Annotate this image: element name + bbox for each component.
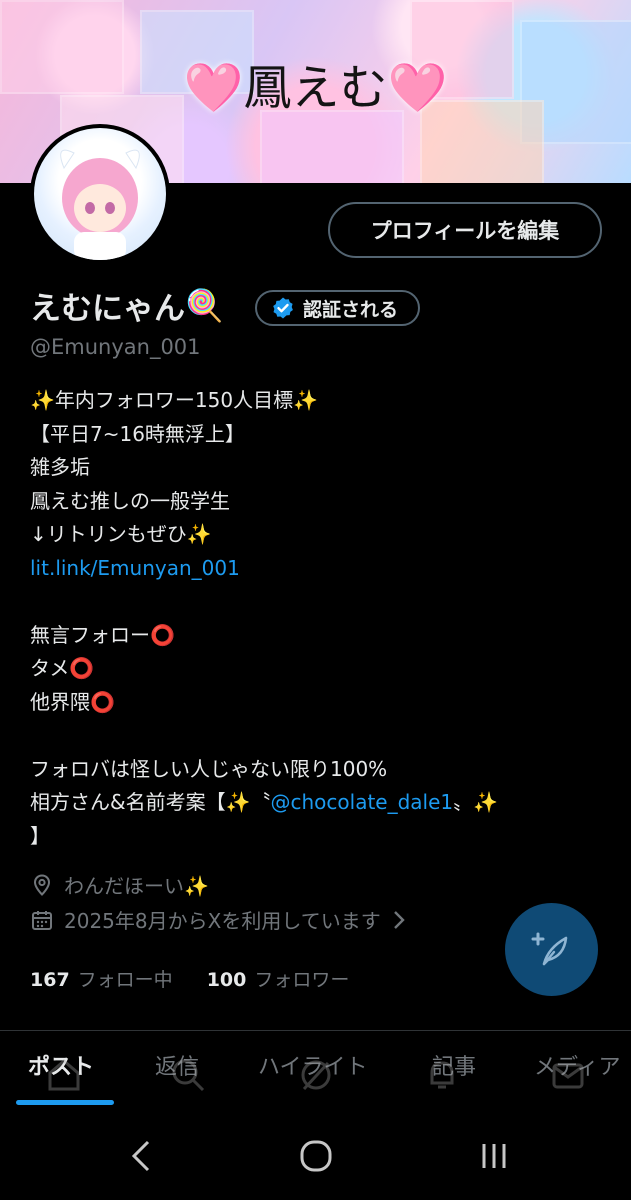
edit-profile-button[interactable]: プロフィールを編集 [328, 202, 602, 258]
system-navigation-bar [0, 1110, 631, 1200]
notifications-icon [430, 1061, 454, 1089]
messages-icon [552, 1063, 584, 1089]
compose-feather-icon [531, 932, 567, 965]
mention-link[interactable]: @chocolate_dale1 [271, 790, 454, 814]
grok-icon [301, 1060, 331, 1091]
user-handle: @Emunyan_001 [30, 335, 201, 359]
following-count[interactable]: 167 フォロー中 [30, 965, 173, 992]
followers-count[interactable]: 100 フォロワー [207, 965, 350, 992]
home-button-icon[interactable] [298, 1138, 334, 1174]
display-name: えむにゃん 🍭 [30, 288, 224, 327]
heart-icon: 🩷 [387, 60, 448, 116]
heart-icon: 🩷 [183, 60, 244, 116]
banner-title: 🩷鳳えむ🩷 [183, 60, 448, 116]
back-icon[interactable] [128, 1138, 154, 1174]
search-icon [172, 1059, 205, 1092]
follow-counts: 167 フォロー中 100 フォロワー [30, 965, 349, 992]
verified-badge-icon [273, 297, 293, 319]
profile-join-date[interactable]: 2025年8月からXを利用しています [30, 905, 407, 934]
location-pin-icon [33, 873, 51, 896]
home-icon [48, 1059, 80, 1091]
lollipop-icon: 🍭 [185, 288, 224, 324]
get-verified-button[interactable]: 認証される [255, 290, 421, 326]
calendar-icon [32, 910, 52, 930]
active-tab-indicator [16, 1100, 114, 1105]
profile-bio: ✨年内フォロワー150人目標✨ 【平日7~16時無浮上】 雑多垢 鳳えむ推しの一般学生… [30, 388, 499, 848]
avatar[interactable] [30, 124, 170, 264]
bio-link[interactable]: lit.link/Emunyan_001 [30, 552, 498, 586]
chevron-right-icon [393, 910, 405, 929]
avatar-illustration [60, 149, 140, 260]
compose-post-button[interactable] [505, 903, 598, 996]
profile-location: わんだほーい✨ [30, 870, 209, 899]
recent-apps-icon[interactable] [476, 1138, 512, 1174]
